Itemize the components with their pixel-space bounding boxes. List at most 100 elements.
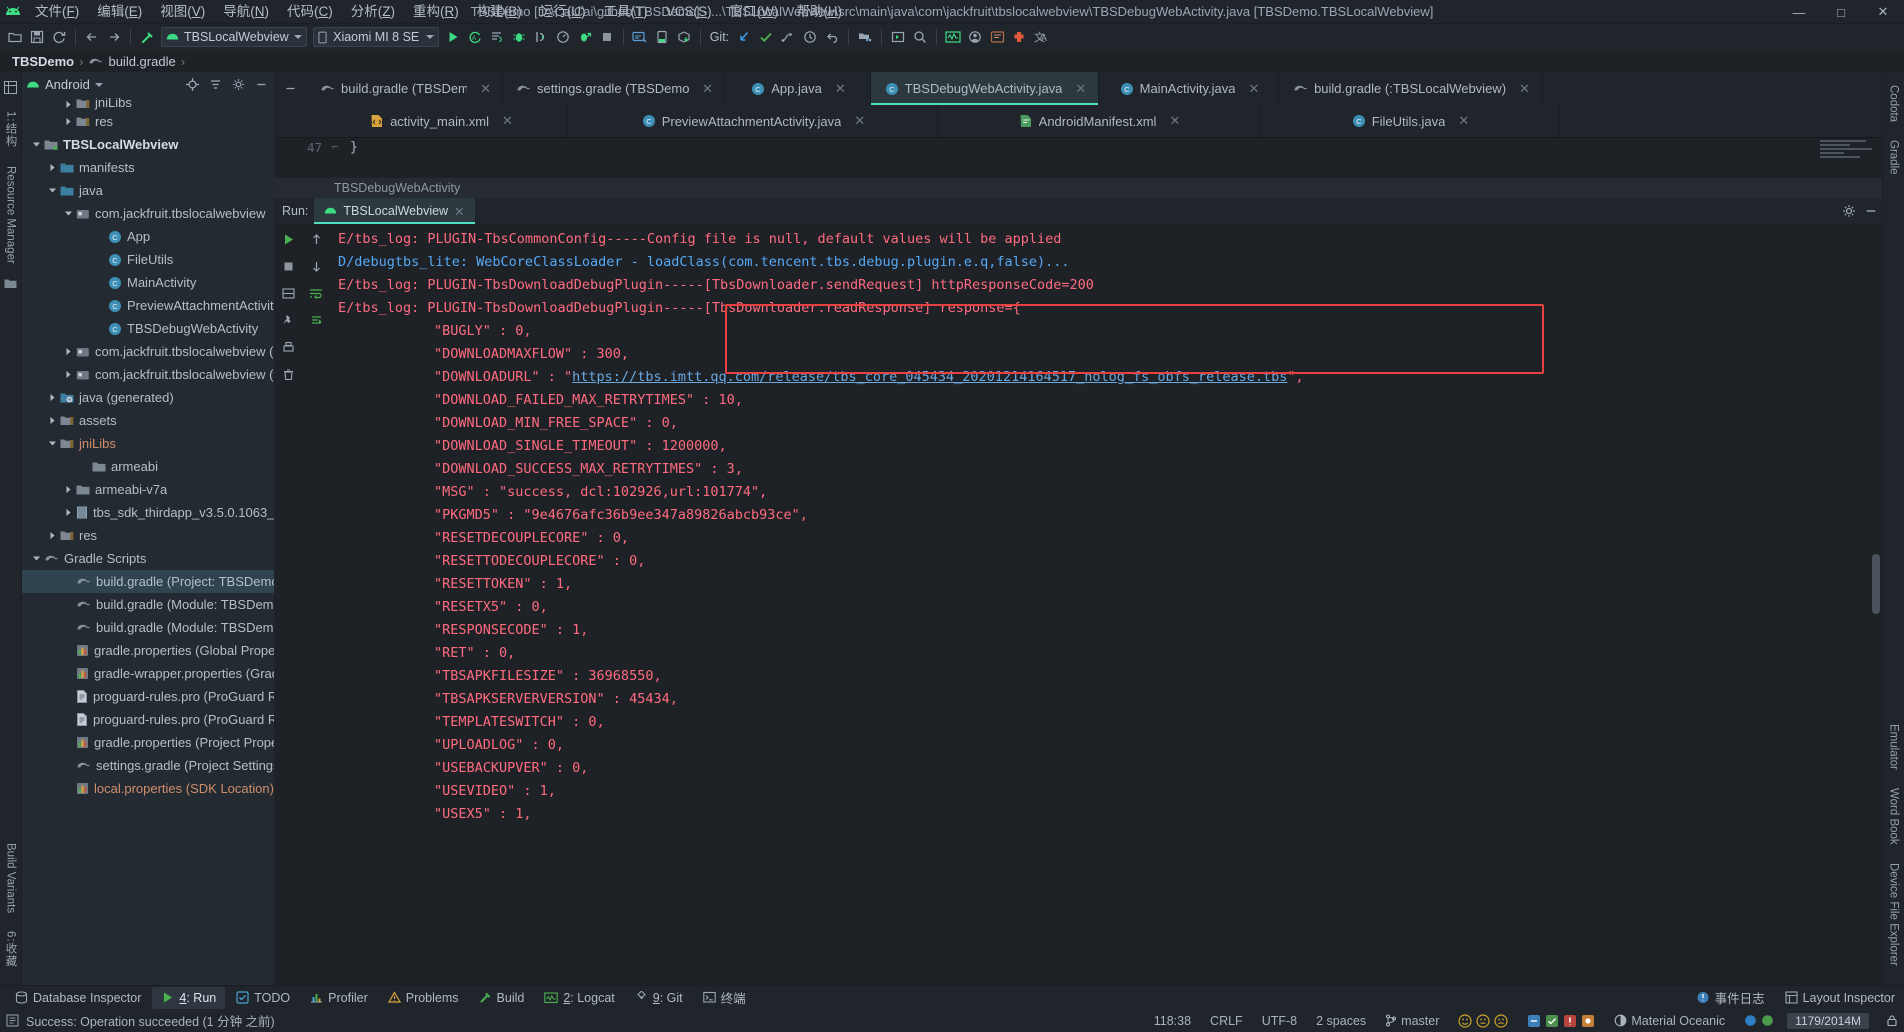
tree-node-21[interactable]: build.gradle (Project: TBSDemo) — [22, 570, 274, 593]
word-book-strip[interactable]: Word Book — [1888, 788, 1900, 845]
menu-item-9[interactable]: 工具(T) — [595, 0, 657, 24]
run-icon[interactable] — [442, 26, 464, 48]
tree-node-3[interactable]: manifests — [22, 156, 274, 179]
project-view-label[interactable]: Android — [45, 77, 90, 92]
tree-node-7[interactable]: C FileUtils — [22, 248, 274, 271]
tree-node-30[interactable]: local.properties (SDK Location) — [22, 777, 274, 800]
back-arrow-icon[interactable] — [81, 26, 103, 48]
tree-node-12[interactable]: com.jackfruit.tbslocalwebview (test) — [22, 363, 274, 386]
profiler-icon[interactable] — [552, 26, 574, 48]
editor-tab-r2-0[interactable]: activity_main.xml ✕ — [314, 105, 568, 137]
stop-run-icon[interactable] — [279, 257, 297, 275]
maximize-button[interactable]: □ — [1820, 0, 1862, 24]
open-folder-icon[interactable] — [4, 26, 26, 48]
editor-tab-r1-4[interactable]: C MainActivity.java ✕ — [1099, 72, 1279, 105]
apply-changes-icon[interactable]: A — [464, 26, 486, 48]
menu-item-3[interactable]: 导航(N) — [214, 0, 278, 24]
editor-tab-r2-1[interactable]: C PreviewAttachmentActivity.java ✕ — [568, 105, 938, 137]
target-icon[interactable] — [183, 76, 201, 94]
tree-node-11[interactable]: com.jackfruit.tbslocalwebview (androidTe — [22, 340, 274, 363]
menu-item-10[interactable]: VCS(S) — [657, 0, 721, 24]
tree-node-20[interactable]: Gradle Scripts — [22, 547, 274, 570]
favorites-strip[interactable]: 6:收藏 — [3, 931, 19, 968]
print-icon[interactable] — [279, 338, 297, 356]
scroll-down-icon[interactable] — [307, 257, 325, 275]
build-variants-strip[interactable]: Build Variants — [5, 843, 17, 913]
tool-window-2-logcat[interactable]: 2: Logcat — [535, 987, 623, 1009]
chevron-right-icon[interactable] — [62, 369, 74, 381]
tab-close-icon[interactable]: ✕ — [1169, 113, 1180, 129]
tool-window-profiler[interactable]: Profiler — [301, 987, 377, 1009]
tool-window-todo[interactable]: TODO — [227, 987, 299, 1009]
tool-window-problems[interactable]: Problems — [379, 987, 468, 1009]
tree-node-27[interactable]: proguard-rules.pro (ProGuard Rules for T… — [22, 708, 274, 731]
run-configuration-selector[interactable]: TBSLocalWebview — [161, 27, 307, 47]
tool-window-right-1[interactable]: Layout Inspector — [1776, 987, 1904, 1009]
structure-strip[interactable]: 1:结构 — [3, 111, 19, 148]
editor-tab-r1-2[interactable]: C App.java ✕ — [725, 72, 871, 105]
tree-node-0[interactable]: jniLibs — [22, 98, 274, 110]
tab-close-icon[interactable]: ✕ — [835, 81, 846, 97]
close-button[interactable]: ✕ — [1862, 0, 1904, 24]
menu-item-7[interactable]: 构建(B) — [468, 0, 531, 24]
run-console-output[interactable]: E/tbs_log: PLUGIN-TbsCommonConfig-----Co… — [330, 224, 1882, 985]
minimize-button[interactable]: — — [1778, 0, 1820, 24]
scroll-up-icon[interactable] — [307, 230, 325, 248]
line-separator[interactable]: CRLF — [1204, 1014, 1249, 1028]
project-window-icon[interactable] — [4, 81, 17, 97]
run-with-coverage-icon[interactable] — [574, 26, 596, 48]
chevron-down-icon[interactable] — [46, 438, 58, 450]
project-structure-icon[interactable] — [854, 26, 876, 48]
tab-close-icon[interactable]: ✕ — [1519, 81, 1530, 97]
menu-item-12[interactable]: 帮助(H) — [787, 0, 851, 24]
chevron-right-icon[interactable] — [62, 116, 74, 128]
tree-node-22[interactable]: build.gradle (Module: TBSDemo.app) — [22, 593, 274, 616]
sync-icon[interactable] — [48, 26, 70, 48]
tool-window-build[interactable]: Build — [470, 987, 534, 1009]
search-everywhere-icon[interactable] — [909, 26, 931, 48]
chevron-down-icon-project[interactable] — [94, 82, 103, 87]
editor-tabs-row-2[interactable]: activity_main.xml ✕ C PreviewAttachmentActi… — [274, 105, 1882, 138]
tool-window-9-git[interactable]: 9: Git — [626, 987, 692, 1009]
tree-node-1[interactable]: res — [22, 110, 274, 133]
device-explorer-icon[interactable] — [986, 26, 1008, 48]
console-scrollbar[interactable] — [1872, 554, 1880, 614]
stop-icon[interactable] — [596, 26, 618, 48]
tree-node-25[interactable]: gradle-wrapper.properties (Gradle Versio… — [22, 662, 274, 685]
tree-node-28[interactable]: gradle.properties (Project Properties) — [22, 731, 274, 754]
attach-debugger-icon[interactable] — [530, 26, 552, 48]
chevron-right-icon[interactable] — [46, 415, 58, 427]
save-all-icon[interactable] — [26, 26, 48, 48]
chevron-right-icon[interactable] — [46, 530, 58, 542]
tool-window-bar[interactable]: Database Inspector 4: Run TODO Profiler Prob… — [0, 985, 1904, 1009]
tree-node-15[interactable]: jniLibs — [22, 432, 274, 455]
editor-tabs-row-1[interactable]: build.gradle (TBSDemo) ✕ settings.gradle (… — [274, 72, 1882, 105]
menu-item-5[interactable]: 分析(Z) — [342, 0, 404, 24]
menu-item-0[interactable]: 文件(F) — [26, 0, 88, 24]
debug-icon[interactable] — [508, 26, 530, 48]
badge-icons[interactable] — [1521, 1014, 1601, 1028]
hide-panel-icon[interactable] — [252, 76, 270, 94]
tree-node-5[interactable]: com.jackfruit.tbslocalwebview — [22, 202, 274, 225]
breadcrumb-project[interactable]: TBSDemo — [12, 54, 74, 69]
editor-tab-r2-2[interactable]: AndroidManifest.xml ✕ — [938, 105, 1260, 137]
tree-node-26[interactable]: proguard-rules.pro (ProGuard Rules for T… — [22, 685, 274, 708]
editor-tab-r1-1[interactable]: settings.gradle (TBSDemo) ✕ — [503, 72, 725, 105]
menu-item-6[interactable]: 重构(R) — [404, 0, 468, 24]
lock-icon[interactable] — [1880, 1014, 1904, 1027]
history-icon[interactable] — [799, 26, 821, 48]
editor-breadcrumb[interactable]: TBSDebugWebActivity — [274, 178, 1882, 198]
pin-icon[interactable] — [279, 311, 297, 329]
tree-node-4[interactable]: java — [22, 179, 274, 202]
indent-setting[interactable]: 2 spaces — [1310, 1014, 1372, 1028]
device-selector[interactable]: Xiaomi MI 8 SE — [312, 27, 439, 47]
trash-icon[interactable] — [279, 365, 297, 383]
editor-code-view[interactable]: 47 ⌐ } — [274, 138, 1882, 178]
fold-icon[interactable]: ⌐ — [332, 138, 350, 178]
forward-arrow-icon[interactable] — [103, 26, 125, 48]
tree-node-16[interactable]: armeabi — [22, 455, 274, 478]
emoji-icons[interactable] — [1452, 1013, 1514, 1028]
chevron-right-icon[interactable] — [46, 392, 58, 404]
breadcrumb-file[interactable]: build.gradle — [108, 54, 175, 69]
tool-window-right-0[interactable]: 事件日志 — [1687, 987, 1774, 1009]
